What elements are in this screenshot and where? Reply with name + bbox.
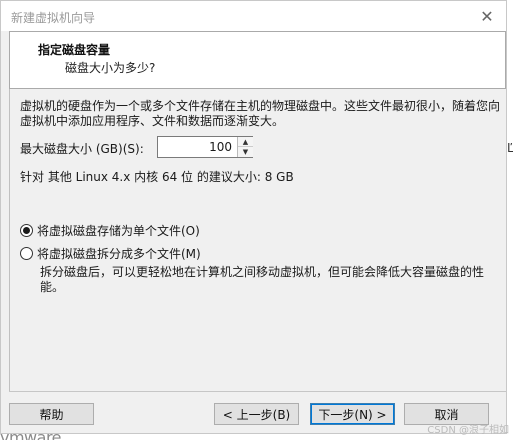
disk-size-spinbox[interactable]: 100 ▲ ▼ [157,136,253,158]
arrow-up-icon: ▲ [242,137,249,146]
close-icon: ✕ [480,6,494,26]
split-file-label[interactable]: 将虚拟磁盘拆分成多个文件(M) [37,245,201,262]
watermark: CSDN @浪子相如 [427,425,509,436]
split-note: 拆分磁盘后，可以更轻松地在计算机之间移动虚拟机，但可能会降低大容量磁盘的性能。 [40,265,485,294]
disk-size-label: 最大磁盘大小 (GB)(S): [20,141,144,156]
footer-divider [9,391,506,392]
single-file-label[interactable]: 将虚拟磁盘存储为单个文件(O) [37,222,200,239]
wizard-content: 虚拟机的硬盘作为一个或多个文件存储在主机的物理磁盘中。这些文件最初很小，随着您向… [9,89,506,391]
vmware-logo: vmware [0,428,62,440]
title-bar: 新建虚拟机向导 ✕ [1,1,506,31]
spin-arrows: ▲ ▼ [237,137,253,157]
spin-up-button[interactable]: ▲ [238,137,253,147]
single-file-option[interactable]: 将虚拟磁盘存储为单个文件(O) [20,221,200,239]
radio-selected-dot [23,226,30,234]
arrow-down-icon: ▼ [242,148,249,156]
wizard-window: 新建虚拟机向导 ✕ 指定磁盘容量 磁盘大小为多少? 虚拟机的硬盘作为一个或多个文… [0,0,507,434]
wizard-header: 指定磁盘容量 磁盘大小为多少? [9,31,506,89]
disk-size-value[interactable]: 100 [209,140,232,154]
disk-description: 虚拟机的硬盘作为一个或多个文件存储在主机的物理磁盘中。这些文件最初很小，随着您向… [20,99,501,128]
background-edge [507,0,513,440]
help-button[interactable]: 帮助 [9,403,94,425]
close-button[interactable]: ✕ [468,1,506,31]
recommended-size: 针对 其他 Linux 4.x 内核 64 位 的建议大小: 8 GB [20,170,294,184]
next-button[interactable]: 下一步(N) > [310,403,395,425]
page-title: 指定磁盘容量 [38,43,111,57]
page-subtitle: 磁盘大小为多少? [65,61,156,75]
spin-down-button[interactable]: ▼ [238,147,253,157]
split-file-radio[interactable] [20,246,33,260]
window-title: 新建虚拟机向导 [11,11,96,25]
background-edge-text: Ľ [507,141,513,155]
disk-size-row: 最大磁盘大小 (GB)(S): 100 ▲ ▼ [20,136,253,159]
split-file-option[interactable]: 将虚拟磁盘拆分成多个文件(M) [20,244,201,262]
back-button[interactable]: < 上一步(B) [214,403,299,425]
single-file-radio[interactable] [20,223,33,237]
